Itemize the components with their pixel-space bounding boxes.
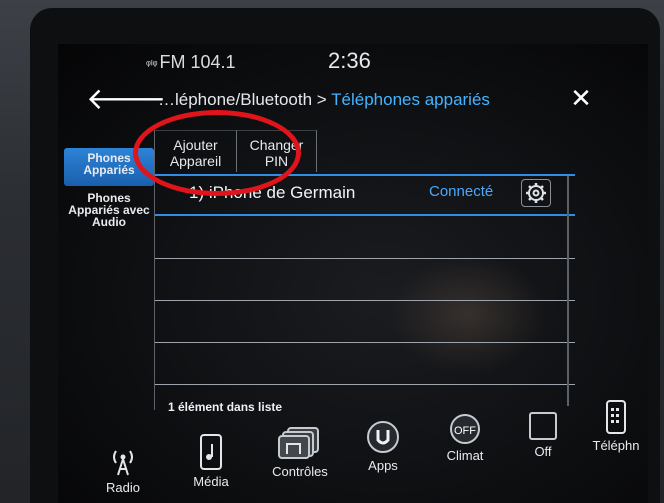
dock-climate[interactable]: OFF Climat	[440, 414, 490, 463]
breadcrumb: …léphone/Bluetooth > Téléphones appariés	[158, 90, 490, 110]
row-divider	[155, 214, 575, 216]
tab-paired-with-audio[interactable]: Phones Appariés avec Audio	[64, 192, 154, 228]
header: 🡐 …léphone/Bluetooth > Téléphones appari…	[58, 82, 648, 122]
dock-climate-label: Climat	[446, 448, 484, 463]
scrollbar[interactable]	[567, 176, 569, 406]
gear-icon	[526, 183, 546, 203]
infotainment-screen: ᵠᴵᵠ FM 104.1 2:36 🡐 …léphone/Bluetooth > …	[58, 44, 648, 503]
row-divider	[155, 384, 575, 385]
row-divider	[155, 300, 575, 301]
dock-phone[interactable]: Téléphn	[586, 400, 646, 453]
dock-media[interactable]: Média	[186, 434, 236, 489]
media-phone-icon	[200, 434, 222, 470]
breadcrumb-current: Téléphones appariés	[331, 90, 490, 109]
phone-icon	[606, 400, 626, 434]
tab-paired-with-audio-label: Phones Appariés avec Audio	[68, 191, 150, 229]
bottom-dock: Radio Média Contrôles Apps OFF Climat Of…	[58, 400, 648, 503]
list-count: 1 élément dans liste	[168, 400, 283, 414]
breadcrumb-parent[interactable]: …léphone/Bluetooth	[158, 90, 312, 109]
device-status: Connecté	[429, 183, 494, 200]
breadcrumb-separator: >	[312, 90, 332, 109]
dock-screen-off-label: Off	[534, 444, 552, 459]
dock-apps-label: Apps	[368, 458, 398, 473]
row-divider	[155, 258, 575, 259]
close-icon: ✕	[570, 83, 592, 113]
dock-phone-label: Téléphn	[592, 438, 640, 453]
back-arrow-icon: 🡐	[86, 83, 167, 116]
tab-paired-phones-label: Phones Appariés	[83, 151, 135, 177]
close-button[interactable]: ✕	[566, 82, 596, 114]
signal-icon: ᵠᴵᵠ	[146, 59, 158, 71]
device-settings-button[interactable]	[521, 179, 551, 207]
screen-off-icon	[529, 412, 557, 440]
dock-controls[interactable]: Contrôles	[264, 426, 336, 479]
dock-apps[interactable]: Apps	[358, 420, 408, 473]
row-divider	[155, 342, 575, 343]
dock-media-label: Média	[193, 474, 229, 489]
dock-screen-off[interactable]: Off	[520, 412, 566, 459]
apps-icon	[367, 421, 399, 453]
radio-station: FM 104.1	[159, 52, 236, 72]
back-button[interactable]: 🡐	[86, 84, 166, 116]
red-circle-annotation	[133, 110, 301, 196]
dock-controls-label: Contrôles	[272, 464, 328, 479]
controls-icon	[278, 427, 319, 459]
clock: 2:36	[328, 48, 371, 73]
dock-radio[interactable]: Radio	[98, 448, 148, 495]
dock-radio-label: Radio	[106, 480, 140, 495]
climate-icon: OFF	[450, 414, 480, 444]
radio-status: ᵠᴵᵠ FM 104.1	[146, 52, 236, 73]
radio-antenna-icon	[113, 450, 133, 476]
status-bar: ᵠᴵᵠ FM 104.1 2:36	[58, 44, 648, 78]
